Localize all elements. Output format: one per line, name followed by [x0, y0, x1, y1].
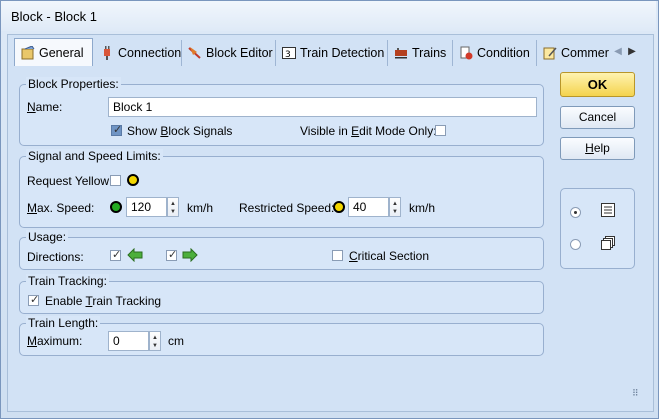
- tab-general[interactable]: General: [14, 38, 93, 66]
- help-button[interactable]: Help: [560, 137, 635, 160]
- yellow-signal-icon: [127, 174, 139, 186]
- usage-legend: Usage:: [26, 230, 69, 244]
- enable-train-tracking-checkbox[interactable]: [28, 293, 39, 306]
- request-yellow-checkbox[interactable]: [110, 175, 121, 186]
- restricted-speed-unit: km/h: [409, 201, 436, 215]
- cascade-view-radio[interactable]: [570, 239, 581, 250]
- restricted-speed-label: Restricted Speed:: [239, 201, 335, 215]
- tab-connection[interactable]: Connection: [94, 40, 182, 66]
- length-unit: cm: [168, 334, 184, 348]
- enable-train-tracking-label: Enable Train Tracking: [45, 294, 162, 308]
- tab-block-editor[interactable]: Block Editor: [182, 40, 276, 66]
- direction-right-checkbox[interactable]: [166, 248, 177, 261]
- tab-scroll-left-icon[interactable]: ◀: [612, 46, 624, 60]
- max-speed-unit: km/h: [187, 201, 214, 215]
- train-length-legend: Train Length:: [26, 316, 101, 330]
- visible-edit-mode-label: Visible in Edit Mode Only:: [300, 124, 437, 138]
- maximum-label: Maximum:: [27, 334, 83, 348]
- comment-icon: [543, 46, 557, 60]
- tab-scroll-right-icon[interactable]: ▶: [626, 46, 638, 60]
- tab-strip: General Connection Block Editor 3 Train …: [8, 38, 641, 68]
- visible-edit-mode-checkbox[interactable]: [435, 125, 446, 136]
- yellow-restricted-signal-icon: [333, 201, 345, 213]
- tab-train-detection[interactable]: 3 Train Detection: [276, 40, 388, 66]
- request-yellow-label: Request Yellow:: [27, 174, 113, 188]
- signal-speed-group: [19, 156, 544, 228]
- critical-section-label: Critical Section: [349, 249, 430, 263]
- resize-grip-icon[interactable]: ⠿: [632, 388, 639, 399]
- general-icon: [21, 44, 35, 60]
- cascade-view-icon: [600, 235, 616, 254]
- list-view-icon: [600, 202, 616, 221]
- direction-left-checkbox[interactable]: [110, 248, 121, 261]
- tab-trains[interactable]: Trains: [388, 40, 453, 66]
- signal-speed-legend: Signal and Speed Limits:: [26, 149, 163, 163]
- list-view-radio[interactable]: [570, 207, 581, 218]
- block-editor-icon: [188, 46, 202, 60]
- train-detection-icon: 3: [282, 46, 296, 60]
- name-input[interactable]: [108, 97, 537, 117]
- name-label: Name:: [27, 100, 63, 114]
- train-tracking-legend: Train Tracking:: [26, 274, 109, 288]
- ok-button[interactable]: OK: [560, 72, 635, 97]
- trains-icon: [394, 46, 408, 60]
- maximum-length-input[interactable]: [108, 331, 149, 351]
- cancel-button[interactable]: Cancel: [560, 106, 635, 129]
- usage-group: [19, 237, 544, 270]
- maximum-length-stepper[interactable]: ▲ ▼: [149, 331, 161, 351]
- max-speed-input[interactable]: [126, 197, 167, 217]
- tab-condition[interactable]: Condition: [453, 40, 537, 66]
- tab-comment[interactable]: Commer: [537, 40, 615, 66]
- connection-icon: [100, 46, 114, 60]
- restricted-speed-stepper[interactable]: ▲ ▼: [389, 197, 401, 217]
- show-block-signals-checkbox[interactable]: [111, 123, 122, 136]
- view-options-group: [560, 188, 635, 269]
- arrow-left-icon: [127, 247, 143, 265]
- critical-section-checkbox[interactable]: [332, 250, 343, 261]
- block-properties-legend: Block Properties:: [26, 77, 121, 91]
- max-speed-stepper[interactable]: ▲ ▼: [167, 197, 179, 217]
- directions-label: Directions:: [27, 250, 84, 264]
- green-signal-icon: [110, 201, 122, 213]
- max-speed-label: Max. Speed:: [27, 201, 95, 215]
- window-title: Block - Block 1: [11, 9, 97, 24]
- condition-icon: [459, 46, 473, 60]
- show-block-signals-label: Show Block Signals: [127, 124, 233, 138]
- restricted-speed-input[interactable]: [348, 197, 389, 217]
- arrow-right-icon: [182, 247, 198, 265]
- title-bar[interactable]: Block - Block 1: [1, 1, 656, 31]
- svg-text:3: 3: [285, 50, 291, 60]
